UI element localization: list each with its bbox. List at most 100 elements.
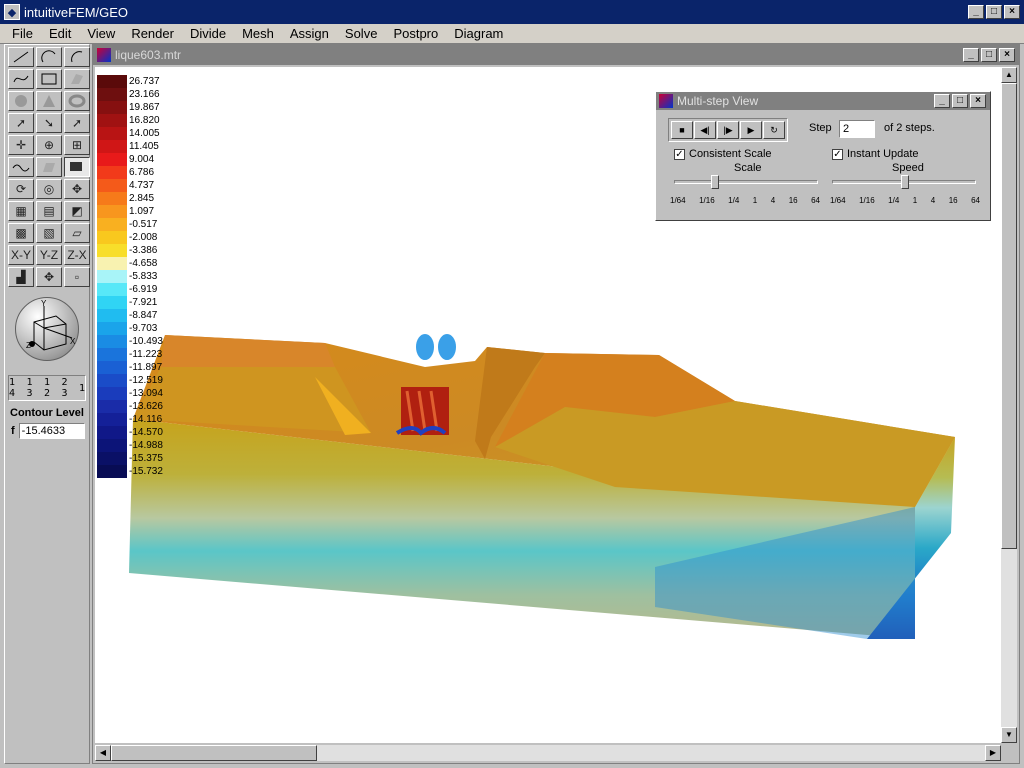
legend-swatch <box>97 426 127 439</box>
menu-render[interactable]: Render <box>123 26 182 41</box>
speed-slider-handle[interactable] <box>901 175 909 189</box>
minimize-button[interactable]: _ <box>968 5 984 19</box>
stop-icon[interactable]: ■ <box>671 121 693 139</box>
select-node-icon[interactable]: ✛ <box>8 135 34 155</box>
legend-entry: -15.375 <box>97 452 187 465</box>
maximize-button[interactable]: □ <box>986 5 1002 19</box>
menu-assign[interactable]: Assign <box>282 26 337 41</box>
doc-maximize-button[interactable]: □ <box>981 48 997 62</box>
sphere-tool-icon[interactable] <box>8 91 34 111</box>
orbit-tool-icon[interactable]: ◎ <box>36 179 62 199</box>
step-input[interactable]: 2 <box>839 120 875 138</box>
spline-tool-icon[interactable] <box>8 69 34 89</box>
doc-close-button[interactable]: × <box>999 48 1015 62</box>
speed-slider[interactable] <box>832 175 976 189</box>
mesh-fine-icon[interactable]: ▧ <box>36 223 62 243</box>
rectangle-tool-icon[interactable] <box>36 69 62 89</box>
rotate-tool-icon[interactable]: ⟳ <box>8 179 34 199</box>
msv-maximize-button[interactable]: □ <box>952 94 968 108</box>
wave-tool-icon[interactable] <box>8 157 34 177</box>
contour-level-input[interactable] <box>18 423 85 439</box>
step-forward-icon[interactable]: |▶ <box>717 121 739 139</box>
view-zx-icon[interactable]: Z-X <box>64 245 90 265</box>
model-viewport[interactable]: 26.737 23.166 19.867 16.820 14.005 11.405 9.00… <box>95 67 1001 743</box>
horizontal-scrollbar[interactable]: ◀ ▶ <box>95 745 1001 761</box>
consistent-scale-checkbox[interactable]: ✓ Consistent Scale <box>674 148 772 160</box>
select-element-icon[interactable]: ⊕ <box>36 135 62 155</box>
move-tool-icon[interactable]: ✥ <box>36 267 62 287</box>
scroll-up-icon[interactable]: ▲ <box>1001 67 1017 83</box>
legend-entry: -7.921 <box>97 296 187 309</box>
legend-entry: -5.833 <box>97 270 187 283</box>
extrude-tool-icon[interactable] <box>36 157 62 177</box>
curve-tool-icon[interactable] <box>64 47 90 67</box>
legend-swatch <box>97 270 127 283</box>
doc-minimize-button[interactable]: _ <box>963 48 979 62</box>
surface-tool-icon[interactable] <box>64 69 90 89</box>
document-icon[interactable] <box>97 48 111 62</box>
scroll-down-icon[interactable]: ▼ <box>1001 727 1017 743</box>
menu-file[interactable]: File <box>4 26 41 41</box>
check-icon: ✓ <box>832 148 843 160</box>
legend-value: -13.094 <box>129 388 163 399</box>
axis-option[interactable]: 1 <box>79 383 85 394</box>
legend-entry: -11.223 <box>97 348 187 361</box>
plane-icon[interactable]: ▱ <box>64 223 90 243</box>
select-arrow-icon[interactable]: ➚ <box>8 113 34 133</box>
vertical-scroll-thumb[interactable] <box>1001 83 1017 549</box>
horizontal-scroll-thumb[interactable] <box>111 745 317 761</box>
scale-slider[interactable] <box>674 175 818 189</box>
view-xy-icon[interactable]: X-Y <box>8 245 34 265</box>
axis-option[interactable]: 2 3 <box>61 377 78 399</box>
menu-diagram[interactable]: Diagram <box>446 26 511 41</box>
legend-entry: 19.867 <box>97 101 187 114</box>
line-tool-icon[interactable] <box>8 47 34 67</box>
menu-mesh[interactable]: Mesh <box>234 26 282 41</box>
menu-view[interactable]: View <box>79 26 123 41</box>
menu-postpro[interactable]: Postpro <box>385 26 446 41</box>
multistep-title-bar: Multi-step View _ □ × <box>656 92 990 110</box>
legend-entry: 2.845 <box>97 192 187 205</box>
instant-update-checkbox[interactable]: ✓ Instant Update <box>832 148 919 160</box>
legend-swatch <box>97 205 127 218</box>
scroll-left-icon[interactable]: ◀ <box>95 745 111 761</box>
scroll-right-icon[interactable]: ▶ <box>985 745 1001 761</box>
legend-swatch <box>97 348 127 361</box>
axis-option[interactable]: 1 4 <box>9 377 26 399</box>
scale-slider-handle[interactable] <box>711 175 719 189</box>
axis-selector[interactable]: 1 4 1 3 1 2 2 3 1 <box>8 375 86 401</box>
step-back-icon[interactable]: ◀| <box>694 121 716 139</box>
loop-icon[interactable]: ↻ <box>763 121 785 139</box>
play-icon[interactable]: ▶ <box>740 121 762 139</box>
msv-minimize-button[interactable]: _ <box>934 94 950 108</box>
select-edge-icon[interactable]: ➘ <box>36 113 62 133</box>
box-view-icon[interactable]: ▦ <box>8 201 34 221</box>
tick-label: 4 <box>770 196 776 205</box>
select-volume-icon[interactable]: ⊞ <box>64 135 90 155</box>
close-button[interactable]: × <box>1004 5 1020 19</box>
app-icon[interactable]: ◆ <box>4 4 20 20</box>
point-tool-icon[interactable]: ▫ <box>64 267 90 287</box>
orientation-gizmo-icon[interactable]: Y X Z <box>15 297 79 361</box>
menu-divide[interactable]: Divide <box>182 26 234 41</box>
legend-swatch <box>97 101 127 114</box>
chart-tool-icon[interactable]: ▟ <box>8 267 34 287</box>
msv-close-button[interactable]: × <box>970 94 986 108</box>
box-cut-icon[interactable]: ◩ <box>64 201 90 221</box>
view-yz-icon[interactable]: Y-Z <box>36 245 62 265</box>
arc-tool-icon[interactable] <box>36 47 62 67</box>
speed-ticks: 1/64 1/16 1/4 1 4 16 64 <box>830 196 980 205</box>
menu-solve[interactable]: Solve <box>337 26 386 41</box>
cone-tool-icon[interactable] <box>36 91 62 111</box>
menu-edit[interactable]: Edit <box>41 26 79 41</box>
tick-label: 1/16 <box>859 196 875 205</box>
select-face-icon[interactable]: ➚ <box>64 113 90 133</box>
render-tool-icon[interactable] <box>64 157 90 177</box>
mesh-grid-icon[interactable]: ▩ <box>8 223 34 243</box>
axis-option[interactable]: 1 3 <box>26 377 43 399</box>
pan-tool-icon[interactable]: ✥ <box>64 179 90 199</box>
box-mesh-icon[interactable]: ▤ <box>36 201 62 221</box>
axis-option[interactable]: 1 2 <box>44 377 61 399</box>
torus-tool-icon[interactable] <box>64 91 90 111</box>
vertical-scrollbar[interactable]: ▲ ▼ <box>1001 67 1017 743</box>
